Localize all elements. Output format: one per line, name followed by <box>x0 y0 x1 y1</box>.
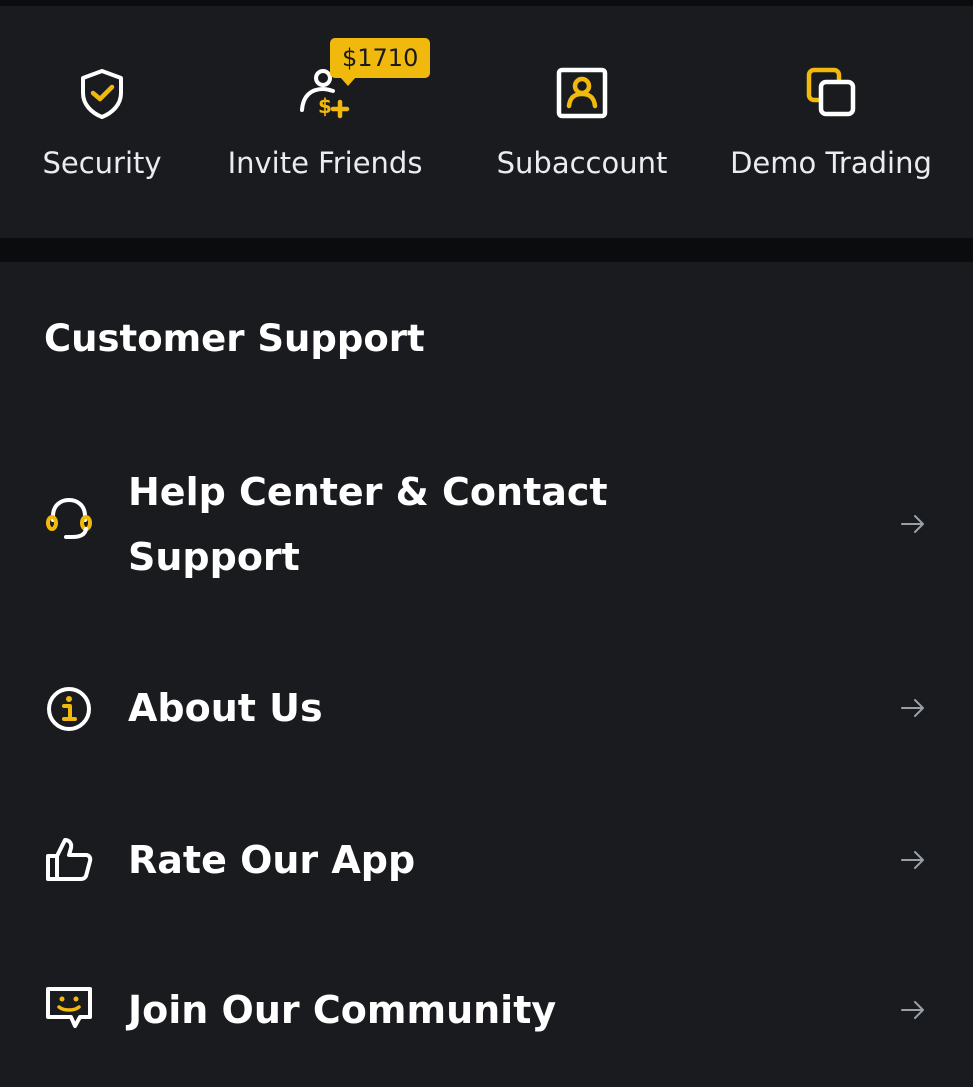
thumbs-up-icon <box>44 834 94 884</box>
stacked-squares-icon <box>802 64 860 122</box>
arrow-right-icon <box>898 693 928 723</box>
section-title: Customer Support <box>44 317 425 360</box>
customer-support-panel: Customer Support Help Center & Contact S… <box>0 262 973 1087</box>
chat-smile-icon <box>44 984 94 1034</box>
quick-action-label: Invite Friends <box>227 146 423 180</box>
support-item-rate-app[interactable]: Rate Our App <box>0 824 973 896</box>
app-screen: Security $ Invite Friends $1710 Subaccou… <box>0 0 973 1087</box>
support-item-about-us[interactable]: About Us <box>0 672 973 744</box>
reward-badge: $1710 <box>330 38 431 86</box>
arrow-right-icon <box>898 509 928 539</box>
arrow-right-icon <box>898 995 928 1025</box>
quick-action-label: Security <box>42 146 162 180</box>
quick-action-subaccount[interactable]: Subaccount <box>480 6 684 238</box>
support-item-join-community[interactable]: Join Our Community <box>0 974 973 1046</box>
support-item-label: About Us <box>128 686 323 730</box>
headset-icon <box>44 493 94 543</box>
arrow-right-icon <box>898 845 928 875</box>
quick-action-label: Demo Trading <box>730 146 932 180</box>
support-item-help-center[interactable]: Help Center & Contact Support <box>0 458 973 590</box>
support-item-label: Rate Our App <box>128 838 416 882</box>
user-card-icon <box>553 64 611 122</box>
support-item-label: Help Center & Contact Support <box>128 470 608 579</box>
quick-action-demo-trading[interactable]: Demo Trading <box>722 6 940 238</box>
info-circle-icon <box>44 684 94 734</box>
quick-action-security[interactable]: Security <box>30 6 174 238</box>
svg-text:$: $ <box>318 94 332 118</box>
support-item-label: Join Our Community <box>128 988 557 1032</box>
quick-action-label: Subaccount <box>496 146 668 180</box>
shield-check-icon <box>73 64 131 122</box>
quick-actions-panel: Security $ Invite Friends $1710 Subaccou… <box>0 6 973 238</box>
